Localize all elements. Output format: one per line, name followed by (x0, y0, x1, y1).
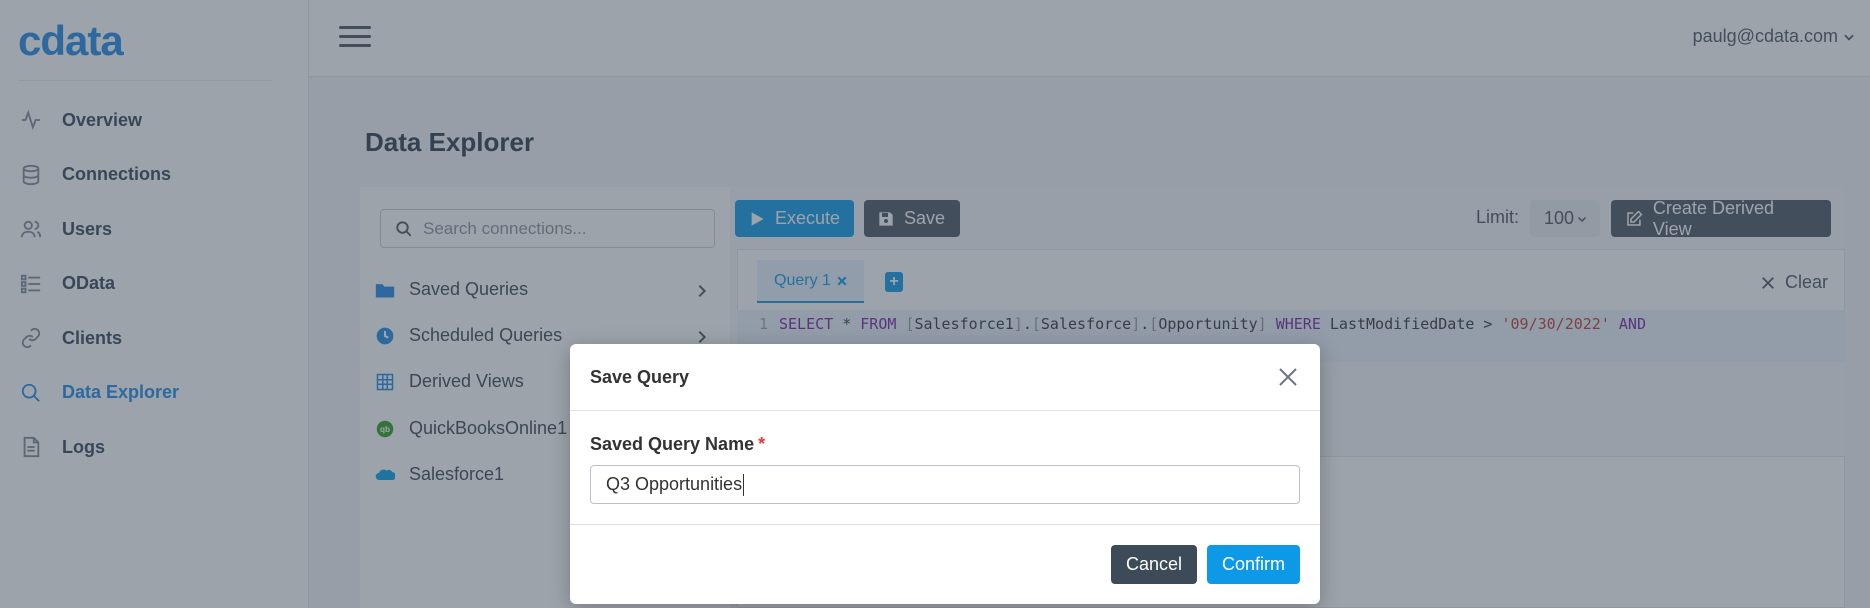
close-icon[interactable] (1276, 365, 1300, 389)
text-caret (743, 473, 745, 496)
saved-query-name-label: Saved Query Name * (590, 434, 765, 455)
cancel-button[interactable]: Cancel (1110, 545, 1197, 584)
modal-footer: Cancel Confirm (570, 525, 1320, 604)
required-marker: * (758, 434, 766, 454)
modal-header: Save Query (570, 344, 1320, 411)
save-query-dialog: Save Query Saved Query Name * Q3 Opportun… (570, 344, 1320, 604)
modal-body: Saved Query Name * Q3 Opportunities (570, 411, 1320, 525)
field-label-text: Saved Query Name (590, 434, 755, 454)
confirm-button[interactable]: Confirm (1206, 545, 1300, 584)
input-value: Q3 Opportunities (606, 474, 743, 494)
modal-title: Save Query (590, 366, 690, 387)
saved-query-name-input[interactable]: Q3 Opportunities (590, 465, 1300, 504)
